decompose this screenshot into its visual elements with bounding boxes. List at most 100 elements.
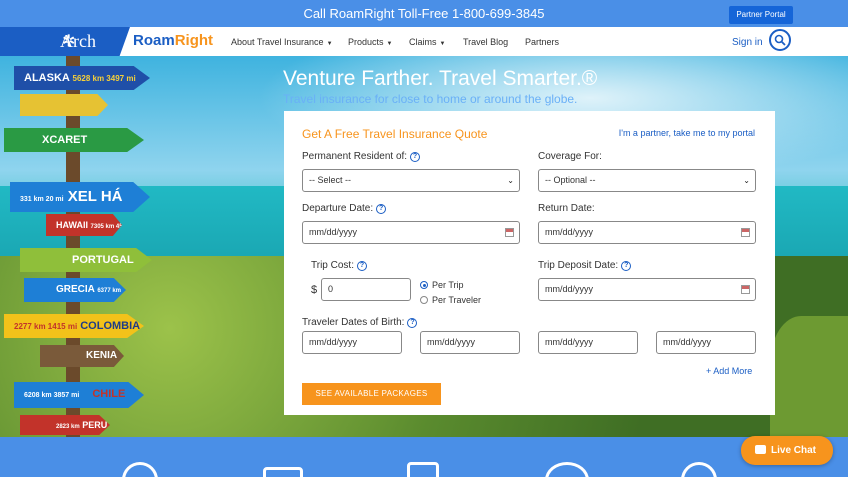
sign-peru-distance: 2823 km bbox=[56, 424, 80, 430]
per-traveler-label: Per Traveler bbox=[432, 295, 482, 305]
live-chat-button[interactable]: Live Chat bbox=[741, 436, 833, 465]
sign-hawaii: HAWAII 7305 km 4539 mi bbox=[46, 214, 122, 236]
badge-icon bbox=[122, 462, 158, 477]
caret-down-icon: ▼ bbox=[386, 41, 393, 47]
chat-bubble-icon bbox=[755, 445, 766, 454]
departure-date-placeholder: mm/dd/yyyy bbox=[309, 227, 358, 237]
calendar-icon[interactable] bbox=[505, 228, 514, 237]
return-date-input[interactable]: mm/dd/yyyy bbox=[538, 221, 756, 244]
help-icon[interactable]: ? bbox=[621, 261, 632, 271]
sign-portugal: PORTUGAL bbox=[20, 248, 152, 272]
quote-form-title: Get A Free Travel Insurance Quote bbox=[302, 127, 488, 141]
calendar-icon[interactable] bbox=[741, 228, 750, 237]
hero-subline: Travel insurance for close to home or ar… bbox=[283, 92, 578, 106]
sign-hawaii-label: HAWAII bbox=[56, 220, 89, 230]
quote-form-card: Get A Free Travel Insurance Quote I'm a … bbox=[284, 111, 775, 415]
search-button[interactable] bbox=[769, 29, 791, 51]
sign-xel-ha-label: XEL HÁ bbox=[67, 188, 123, 205]
roamright-logo[interactable]: RoamRight bbox=[133, 32, 213, 49]
deposit-date-input[interactable]: mm/dd/yyyy bbox=[538, 278, 756, 301]
sign-grecia-distance: 6377 km bbox=[97, 288, 121, 294]
arch-star-icon: ✲ bbox=[62, 33, 76, 50]
per-trip-radio[interactable]: Per Trip bbox=[420, 280, 464, 290]
add-more-link[interactable]: + Add More bbox=[706, 366, 752, 376]
help-icon[interactable]: ? bbox=[410, 152, 421, 162]
departure-label: Departure Date:? bbox=[302, 203, 387, 214]
dob-input-4[interactable]: mm/dd/yyyy bbox=[656, 331, 756, 354]
calendar-icon[interactable] bbox=[741, 285, 750, 294]
sign-portugal-label: PORTUGAL bbox=[72, 254, 134, 266]
nav-about-travel-insurance[interactable]: About Travel Insurance ▼ bbox=[231, 37, 333, 47]
sign-grecia: GRECIA 6377 km bbox=[24, 278, 126, 302]
radio-unselected-icon bbox=[420, 296, 428, 304]
sign-kenia-label: KENIA bbox=[86, 350, 118, 361]
per-traveler-radio[interactable]: Per Traveler bbox=[420, 295, 481, 305]
per-trip-label: Per Trip bbox=[432, 280, 464, 290]
coverage-select[interactable]: -- Optional -- ⌄ bbox=[538, 169, 756, 192]
partner-portal-button[interactable]: Partner Portal bbox=[729, 6, 793, 24]
trip-cost-label-text: Trip Cost: bbox=[311, 260, 354, 271]
phone-icon bbox=[407, 462, 439, 477]
sign-kenia: KENIA bbox=[40, 345, 124, 367]
sign-colombia-distance: 2277 km 1415 mi bbox=[14, 322, 78, 331]
departure-date-input[interactable]: mm/dd/yyyy bbox=[302, 221, 520, 244]
sign-colombia: 2277 km 1415 mi COLOMBIA bbox=[4, 314, 144, 338]
sign-xel-ha-distance: 331 km 20 mi bbox=[20, 196, 64, 203]
roamright-logo-text: RoamRight bbox=[133, 32, 214, 49]
return-label: Return Date: bbox=[538, 203, 595, 214]
help-icon[interactable]: ? bbox=[376, 204, 387, 214]
sign-alaska-label: ALASKA bbox=[24, 72, 70, 84]
nav-partners[interactable]: Partners bbox=[525, 37, 559, 47]
radio-selected-icon bbox=[420, 281, 428, 289]
return-date-placeholder: mm/dd/yyyy bbox=[545, 227, 594, 237]
search-icon bbox=[774, 34, 786, 46]
sign-chile-distance: 6208 km 3857 mi bbox=[24, 392, 80, 399]
dob-input-3[interactable]: mm/dd/yyyy bbox=[538, 331, 638, 354]
dob-label-text: Traveler Dates of Birth: bbox=[302, 317, 405, 328]
top-bar: Call RoamRight Toll-Free 1-800-699-3845 … bbox=[0, 0, 848, 27]
features-band bbox=[0, 437, 848, 477]
live-chat-label: Live Chat bbox=[771, 445, 817, 456]
nav-claims[interactable]: Claims ▼ bbox=[409, 37, 445, 47]
globe-icon bbox=[681, 462, 717, 477]
sign-chile-label: CHILE bbox=[92, 388, 126, 400]
deposit-label-text: Trip Deposit Date: bbox=[538, 260, 619, 271]
resident-select-value: -- Select -- bbox=[309, 175, 352, 185]
sign-alaska: ALASKA 5628 km 3497 mi bbox=[14, 66, 150, 90]
resident-label: Permanent Resident of:? bbox=[302, 151, 421, 162]
nav-travel-blog[interactable]: Travel Blog bbox=[463, 37, 508, 47]
help-icon[interactable]: ? bbox=[407, 318, 418, 328]
caret-down-icon: ▼ bbox=[326, 41, 333, 47]
chevron-down-icon: ⌄ bbox=[743, 176, 750, 185]
trip-cost-label: Trip Cost:? bbox=[311, 260, 367, 271]
nav-about-label: About Travel Insurance bbox=[231, 37, 324, 47]
dob-input-1[interactable]: mm/dd/yyyy bbox=[302, 331, 402, 354]
toll-free-call-text[interactable]: Call RoamRight Toll-Free 1-800-699-3845 bbox=[0, 0, 848, 27]
sign-xcaret: XCARET bbox=[4, 128, 144, 152]
resident-select[interactable]: -- Select -- ⌄ bbox=[302, 169, 520, 192]
sign-peru-label: PERU bbox=[82, 420, 108, 430]
sign-yellow-top bbox=[20, 94, 108, 116]
dob-label: Traveler Dates of Birth:? bbox=[302, 317, 418, 328]
sign-in-link[interactable]: Sign in bbox=[732, 37, 763, 48]
luggage-icon bbox=[263, 467, 303, 477]
sign-xel-ha: 331 km 20 mi XEL HÁ bbox=[10, 182, 150, 212]
coverage-select-value: -- Optional -- bbox=[545, 175, 596, 185]
departure-label-text: Departure Date: bbox=[302, 203, 374, 214]
sign-colombia-label: COLOMBIA bbox=[80, 320, 141, 332]
help-icon[interactable]: ? bbox=[356, 261, 367, 271]
resident-label-text: Permanent Resident of: bbox=[302, 151, 408, 162]
trip-cost-input[interactable]: 0 bbox=[321, 278, 411, 301]
compass-icon bbox=[545, 462, 589, 477]
partner-portal-link[interactable]: I'm a partner, take me to my portal bbox=[619, 128, 755, 138]
coverage-label: Coverage For: bbox=[538, 151, 602, 162]
nav-products-label: Products bbox=[348, 37, 384, 47]
sign-chile: 6208 km 3857 mi CHILE bbox=[14, 382, 144, 408]
deposit-label: Trip Deposit Date:? bbox=[538, 260, 632, 271]
dob-input-2[interactable]: mm/dd/yyyy bbox=[420, 331, 520, 354]
chevron-down-icon: ⌄ bbox=[507, 176, 514, 185]
sign-peru: 2823 km PERU bbox=[20, 415, 110, 435]
sign-xcaret-label: XCARET bbox=[42, 134, 88, 146]
nav-products[interactable]: Products ▼ bbox=[348, 37, 392, 47]
see-available-packages-button[interactable]: SEE AVAILABLE PACKAGES bbox=[302, 383, 441, 405]
